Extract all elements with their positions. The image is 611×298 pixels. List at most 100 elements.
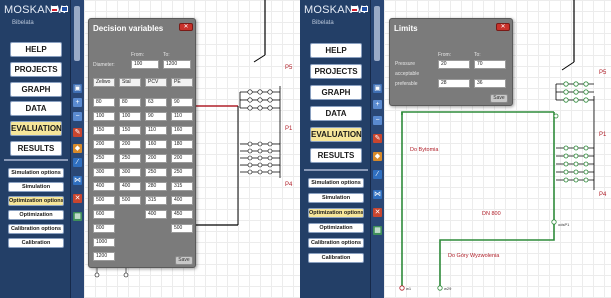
diameter-cell[interactable]: 110 [145,126,167,135]
diameter-cell[interactable]: 315 [171,182,193,191]
diameter-cell[interactable]: 400 [93,182,115,191]
english-flag-icon[interactable] [361,6,368,12]
diameter-cell[interactable]: 100 [119,112,141,121]
pipe-icon[interactable]: ⁄ [373,170,382,179]
diameter-from-field[interactable]: 100 [131,60,159,69]
diameter-cell[interactable]: 180 [171,140,193,149]
zoom-out-icon[interactable]: − [73,112,82,121]
close-icon[interactable]: ✕ [496,23,510,31]
diameter-cell[interactable]: 90 [145,112,167,121]
diameter-to-field[interactable]: 1200 [163,60,191,69]
valve-icon[interactable]: ⋈ [73,176,82,185]
diameter-cell[interactable]: 150 [119,126,141,135]
polish-flag-icon[interactable] [351,6,358,12]
results-button[interactable]: RESULTS [310,148,362,163]
save-icon[interactable]: ▣ [73,84,82,93]
pipe-icon[interactable]: ⁄ [73,158,82,167]
diameter-cell[interactable]: 600 [93,210,115,219]
diameter-cell[interactable]: 500 [119,196,141,205]
calibration-options-button[interactable]: Calibration options [8,224,64,234]
optimization-button[interactable]: Optimization [308,223,364,233]
diameter-cell[interactable]: 200 [171,154,193,163]
diameter-cell[interactable]: 1200 [93,252,115,261]
table-icon[interactable]: ▦ [373,226,382,235]
diameter-cell[interactable]: 160 [145,140,167,149]
diameter-cell[interactable]: 90 [171,98,193,107]
diameter-cell[interactable]: 300 [119,168,141,177]
delete-icon[interactable]: ✕ [373,208,382,217]
help-button[interactable]: HELP [10,42,62,57]
calibration-button[interactable]: Calibration [8,238,64,248]
calibration-options-button[interactable]: Calibration options [308,238,364,248]
simulation-options-button[interactable]: Simulation options [308,178,364,188]
diameter-cell[interactable]: 450 [171,210,193,219]
diameter-cell[interactable]: 400 [145,210,167,219]
diameter-cell[interactable]: 150 [93,126,115,135]
diameter-cell[interactable]: 250 [171,168,193,177]
diameter-cell[interactable]: 63 [145,98,167,107]
network-canvas[interactable]: P5 P1 P4 Decision variables ✕ From: To: … [84,0,302,298]
table-icon[interactable]: ▦ [73,212,82,221]
diameter-cell[interactable]: 800 [93,224,115,233]
results-button[interactable]: RESULTS [10,141,62,156]
diameter-cell[interactable]: 200 [145,154,167,163]
diameter-cell[interactable]: 300 [93,168,115,177]
projects-button[interactable]: PROJECTS [10,62,62,77]
diameter-cell[interactable]: 500 [93,196,115,205]
diameter-cell[interactable]: 100 [93,112,115,121]
optimization-button[interactable]: Optimization [8,210,64,220]
acceptable-to-field[interactable]: 70 [474,60,506,69]
polish-flag-icon[interactable] [51,6,58,12]
optimization-options-button[interactable]: Optimization options [308,208,364,218]
english-flag-icon[interactable] [61,6,68,12]
optimization-options-button[interactable]: Optimization options [8,196,64,206]
valve-icon[interactable]: ⋈ [373,190,382,199]
simulation-button[interactable]: Simulation [308,193,364,203]
save-icon[interactable]: ▣ [373,84,382,93]
diameter-cell[interactable]: 400 [171,196,193,205]
diameter-cell[interactable]: 110 [171,112,193,121]
diameter-cell[interactable]: 250 [119,154,141,163]
evaluation-button[interactable]: EVALUATION [310,127,362,142]
simulation-options-button[interactable]: Simulation options [8,168,64,178]
zoom-in-icon[interactable]: + [373,100,382,109]
diameter-cell[interactable]: 1000 [93,238,115,247]
edit-icon[interactable]: ✎ [373,134,382,143]
preferable-from-field[interactable]: 28 [438,79,470,88]
graph-button[interactable]: GRAPH [310,85,362,100]
acceptable-from-field[interactable]: 20 [438,60,470,69]
diameter-cell[interactable]: 200 [119,140,141,149]
help-button[interactable]: HELP [310,43,362,58]
delete-icon[interactable]: ✕ [73,194,82,203]
network-canvas[interactable]: P5 P1 P4 Do Bytomia DN 800 Do Góry Wyzwo… [384,0,611,298]
calibration-button[interactable]: Calibration [308,253,364,263]
diameter-cell[interactable]: 280 [145,182,167,191]
diameter-cell[interactable]: 160 [171,126,193,135]
save-button[interactable]: Save [490,94,508,103]
diameter-cell[interactable]: 200 [93,140,115,149]
projects-button[interactable]: PROJECTS [310,64,362,79]
close-icon[interactable]: ✕ [179,23,193,31]
edit-icon[interactable]: ✎ [73,128,82,137]
zoom-out-icon[interactable]: − [373,116,382,125]
zoom-in-icon[interactable]: + [73,98,82,107]
diameter-cell[interactable]: 315 [145,196,167,205]
simulation-button[interactable]: Simulation [8,182,64,192]
diameter-cell[interactable]: 80 [93,98,115,107]
diameter-cell[interactable]: 80 [119,98,141,107]
diameter-cell[interactable]: 250 [93,154,115,163]
node-icon[interactable]: ◆ [373,152,382,161]
data-button[interactable]: DATA [10,101,62,116]
diameter-cell[interactable]: 500 [171,224,193,233]
diameter-cell[interactable]: 250 [145,168,167,177]
toolbar-scrollbar[interactable] [74,6,80,61]
preferable-to-field[interactable]: 36 [474,79,506,88]
node-icon[interactable]: ◆ [73,144,82,153]
save-button[interactable]: Save [175,256,193,265]
diameter-cell[interactable]: 400 [119,182,141,191]
toolbar-scrollbar[interactable] [374,6,380,61]
evaluation-button[interactable]: EVALUATION [10,121,62,136]
data-button[interactable]: DATA [310,106,362,121]
right-panel: MOSKAN-W Bibelata HELP PROJECTS GRAPH DA… [300,0,611,298]
graph-button[interactable]: GRAPH [10,82,62,97]
